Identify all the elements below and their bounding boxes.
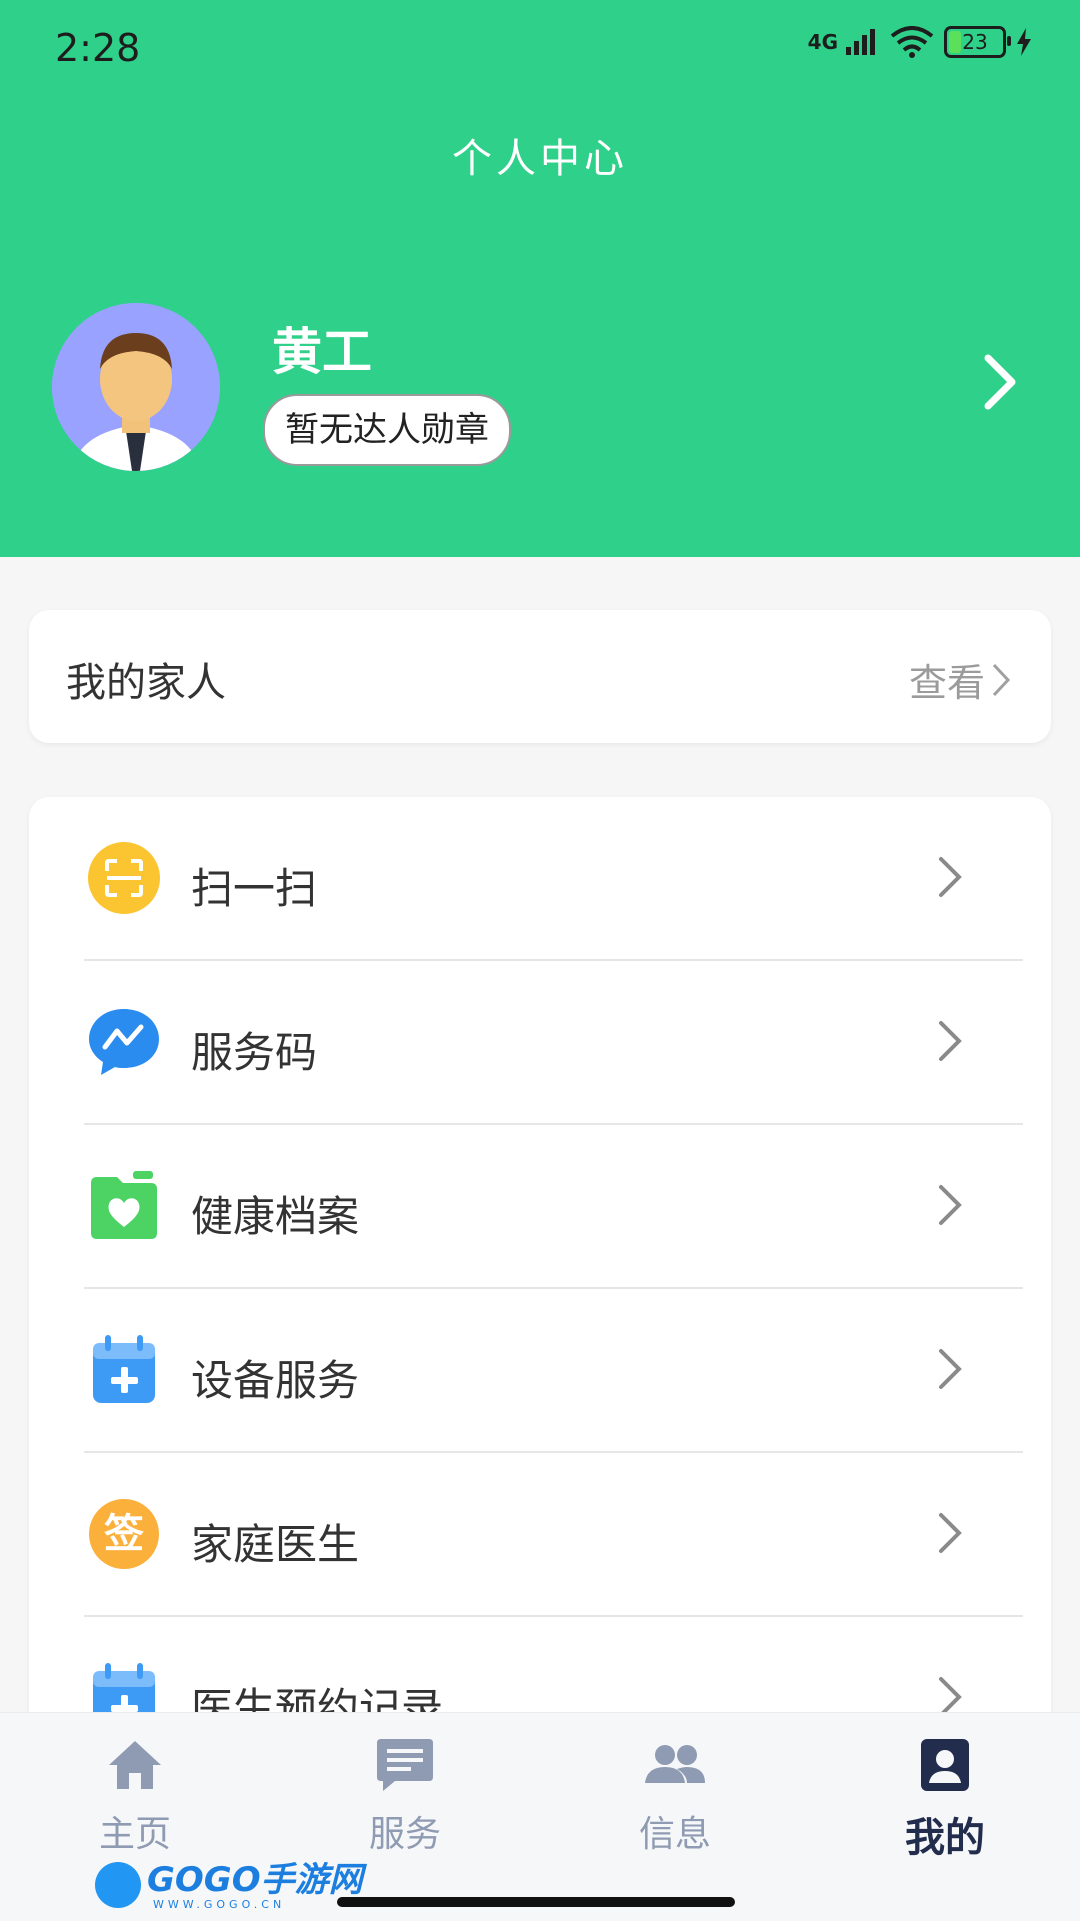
message-icon <box>377 1739 433 1791</box>
tab-home[interactable]: 主页 <box>35 1735 235 1857</box>
menu-item-health-records[interactable]: 健康档案 <box>29 1125 1051 1289</box>
chevron-right-icon <box>937 1347 963 1395</box>
menu-item-label: 扫一扫 <box>191 864 318 913</box>
page-title: 个人中心 <box>452 136 628 182</box>
profile-header: 2:28 4G 23 个人中心 黄工 暂无达人勋章 <box>0 0 1080 557</box>
battery-level: 23 <box>962 30 988 54</box>
menu-item-label: 健康档案 <box>191 1192 360 1241</box>
chat-bubble-icon <box>87 1005 161 1079</box>
scan-icon <box>87 841 161 915</box>
my-family-card[interactable]: 我的家人 查看 <box>29 610 1051 743</box>
family-view-label: 查看 <box>908 661 985 705</box>
home-indicator[interactable] <box>337 1897 735 1907</box>
chevron-right-icon <box>937 855 963 903</box>
watermark-main: GOGO手游网 <box>147 1860 363 1900</box>
tab-messages[interactable]: 信息 <box>575 1735 775 1857</box>
menu-item-family-doctor[interactable]: 签 家庭医生 <box>29 1453 1051 1617</box>
calendar-plus-icon <box>87 1333 161 1407</box>
home-icon <box>109 1741 161 1789</box>
chevron-right-icon <box>937 1511 963 1559</box>
charging-icon <box>1017 28 1031 56</box>
menu-item-label: 家庭医生 <box>191 1520 360 1569</box>
avatar[interactable] <box>52 303 220 471</box>
tab-label: 信息 <box>638 1814 711 1855</box>
battery-icon: 23 <box>944 26 1011 58</box>
menu-item-label: 设备服务 <box>191 1356 360 1405</box>
watermark-g-icon <box>95 1862 141 1908</box>
menu-item-label: 服务码 <box>191 1028 318 1077</box>
sign-badge-text: 签 <box>104 1511 144 1557</box>
network-type: 4G <box>807 30 838 54</box>
achievement-badge[interactable]: 暂无达人勋章 <box>263 394 511 466</box>
person-card-icon <box>921 1739 969 1791</box>
family-label: 我的家人 <box>66 660 226 706</box>
menu-item-device-service[interactable]: 设备服务 <box>29 1289 1051 1453</box>
sign-badge-icon: 签 <box>89 1499 159 1569</box>
menu-item-scan[interactable]: 扫一扫 <box>29 797 1051 961</box>
chevron-right-icon <box>937 1183 963 1231</box>
tab-label: 我的 <box>905 1815 985 1861</box>
family-view-link[interactable]: 查看 <box>909 652 1011 707</box>
tab-label: 服务 <box>368 1814 441 1855</box>
chevron-right-icon <box>937 1019 963 1067</box>
chevron-right-icon <box>992 663 1011 696</box>
wifi-icon <box>890 26 934 58</box>
status-icons: 4G 23 <box>808 26 1032 58</box>
tab-services[interactable]: 服务 <box>305 1735 505 1857</box>
profile-chevron-icon[interactable] <box>982 352 1018 416</box>
signal-icon <box>846 29 875 55</box>
menu-item-service-code[interactable]: 服务码 <box>29 961 1051 1125</box>
tab-mine[interactable]: 我的 <box>845 1735 1045 1863</box>
people-icon <box>645 1745 705 1783</box>
status-time: 2:28 <box>55 26 141 70</box>
user-name: 黄工 <box>272 323 372 381</box>
health-folder-icon <box>87 1169 161 1243</box>
avatar-person-icon <box>52 303 220 471</box>
tab-label: 主页 <box>98 1814 171 1855</box>
watermark-logo: GOGO手游网 WWW.GOGO.CN <box>95 1860 363 1911</box>
